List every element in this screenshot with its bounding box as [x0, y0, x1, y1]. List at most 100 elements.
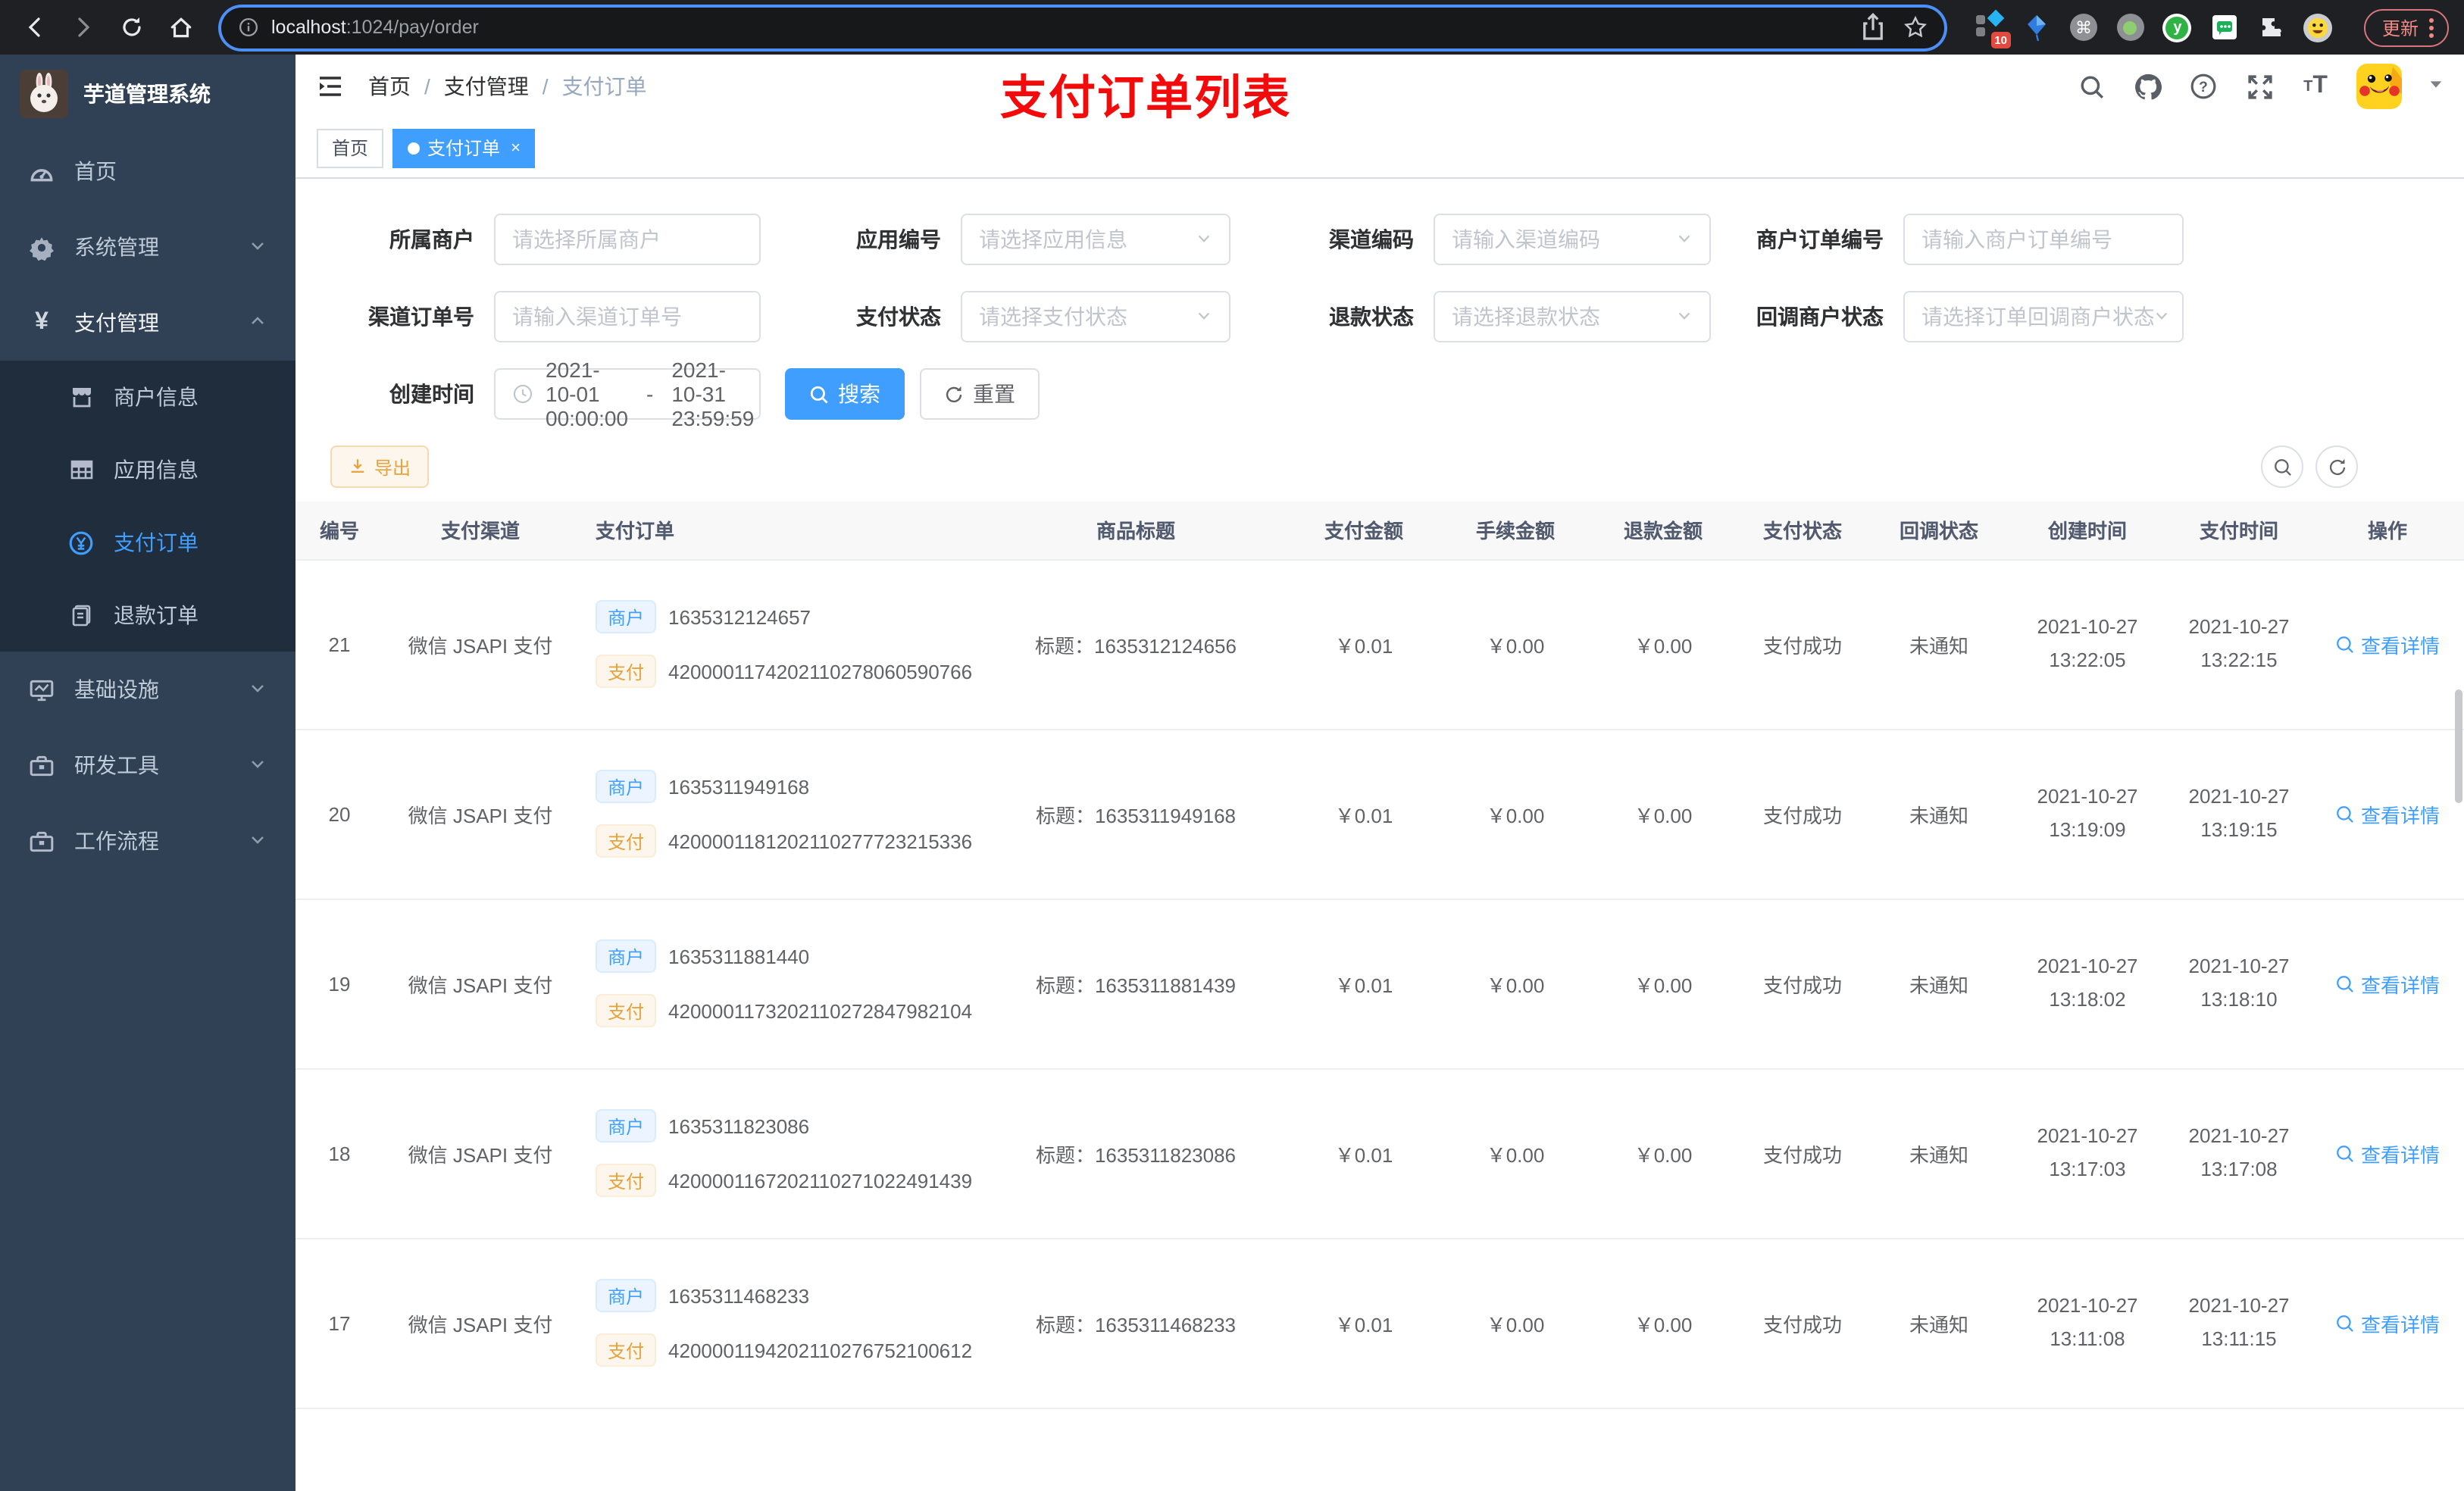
bookmark-star-icon[interactable] [1903, 15, 1928, 39]
search-icon[interactable] [2076, 71, 2106, 102]
sidebar-item-workflow[interactable]: 工作流程 [0, 803, 295, 879]
browser-menu-icon[interactable] [2429, 17, 2434, 37]
sidebar-item-pay-order[interactable]: 支付订单 [0, 506, 295, 579]
browser-update-button[interactable]: 更新 [2363, 8, 2449, 46]
filter-pay-status: 支付状态 请选择支付状态 [761, 291, 1230, 342]
merchant-tag: 商户 [596, 1109, 657, 1142]
filter-merchant-order-no: 商户订单编号 请输入商户订单编号 [1711, 214, 2184, 265]
gear-icon [29, 234, 55, 260]
table-row: 17 微信 JSAPI 支付 商户 1635311468233 支付 4200001… [295, 1238, 2464, 1408]
browser-extensions: 10 ⌘ y [1975, 9, 2334, 48]
view-detail-link[interactable]: 查看详情 [2335, 1308, 2440, 1337]
payment-submenu: 商户信息 应用信息 支付订单 退款订单 [0, 361, 295, 652]
filter-create-time: 创建时间 2021-10-01 00:00:00 - 2021-10-31 23… [312, 358, 761, 430]
extension-y-icon[interactable]: y [2162, 12, 2193, 42]
filter-notify-status: 回调商户状态 请选择订单回调商户状态 [1711, 291, 2184, 342]
extension-dot-icon[interactable] [2115, 12, 2146, 42]
site-info-icon[interactable] [238, 17, 259, 38]
breadcrumb-current: 支付订单 [561, 74, 647, 98]
col-refund: 退款金额 [1591, 502, 1735, 560]
sidebar-item-home[interactable]: 首页 [0, 133, 295, 209]
browser-reload-button[interactable] [112, 8, 152, 47]
browser-back-button[interactable] [15, 8, 55, 47]
chevron-down-icon [249, 235, 267, 259]
refresh-icon [946, 385, 962, 402]
table-row: 18 微信 JSAPI 支付 商户 1635311823086 支付 4200001… [295, 1068, 2464, 1239]
refund-status-select[interactable]: 请选择退款状态 [1434, 291, 1711, 342]
merchant-tag: 商户 [596, 939, 657, 973]
filter-form: 所属商户 请选择所属商户 应用编号 请选择应用信息 渠道编码 请输入渠道编码 商… [295, 179, 2464, 430]
github-icon[interactable] [2132, 71, 2162, 102]
view-detail-link[interactable]: 查看详情 [2335, 799, 2440, 828]
breadcrumb-home[interactable]: 首页 [368, 71, 411, 102]
logo-image [20, 70, 68, 118]
search-icon [2274, 458, 2290, 475]
fullscreen-icon[interactable] [2244, 71, 2275, 102]
scrollbar-thumb[interactable] [2455, 689, 2462, 803]
help-icon[interactable]: ? [2188, 71, 2219, 102]
dashboard-icon [29, 158, 55, 184]
main-area: 首页 / 支付管理 / 支付订单 支付订单列表 ? T T 首页 支付订单 × … [295, 55, 2464, 1491]
app-select[interactable]: 请选择应用信息 [961, 214, 1230, 265]
monitor-icon [29, 677, 55, 702]
url-bar[interactable]: localhost:1024/pay/order [221, 7, 1944, 48]
extension-emoji-icon[interactable] [2303, 12, 2334, 42]
tag-pay-order[interactable]: 支付订单 × [392, 128, 536, 167]
chevron-down-icon [249, 753, 267, 777]
col-fee: 手续金额 [1440, 502, 1591, 560]
merchant-input[interactable]: 请选择所属商户 [494, 214, 761, 265]
share-icon[interactable] [1858, 12, 1888, 42]
merchant-order-no-input[interactable]: 请输入商户订单编号 [1903, 214, 2184, 265]
table-header-row: 编号 支付渠道 支付订单 商品标题 支付金额 手续金额 退款金额 支付状态 回调… [295, 502, 2464, 560]
tag-home[interactable]: 首页 [317, 128, 384, 167]
chevron-down-icon [1676, 305, 1693, 329]
col-id: 编号 [295, 502, 383, 560]
sidebar-item-system[interactable]: 系统管理 [0, 209, 295, 285]
magnifier-icon [2337, 1314, 2353, 1331]
extension-kite-icon[interactable] [2022, 12, 2052, 42]
breadcrumb-section[interactable]: 支付管理 [444, 71, 529, 102]
sidebar-item-merchant-info[interactable]: 商户信息 [0, 361, 295, 433]
table-row: 19 微信 JSAPI 支付 商户 1635311881440 支付 4200001… [295, 899, 2464, 1069]
font-size-icon[interactable]: TT [2300, 71, 2331, 102]
extension-grid-icon[interactable]: 10 [1975, 9, 2011, 48]
avatar[interactable] [2356, 64, 2402, 109]
view-detail-link[interactable]: 查看详情 [2335, 969, 2440, 998]
merchant-tag: 商户 [596, 600, 657, 633]
sidebar-item-app-info[interactable]: 应用信息 [0, 433, 295, 506]
browser-home-button[interactable] [161, 8, 200, 47]
date-range-input[interactable]: 2021-10-01 00:00:00 - 2021-10-31 23:59:5… [494, 358, 761, 430]
refresh-table-button[interactable] [2315, 445, 2358, 488]
view-detail-link[interactable]: 查看详情 [2335, 1139, 2440, 1167]
search-button[interactable]: 搜索 [785, 368, 905, 420]
pay-tag: 支付 [596, 1164, 657, 1197]
toggle-search-button[interactable] [2261, 445, 2303, 488]
view-detail-link[interactable]: 查看详情 [2335, 630, 2440, 658]
channel-order-no-input[interactable]: 请输入渠道订单号 [494, 291, 761, 342]
tags-view: 首页 支付订单 × [295, 118, 2464, 179]
extension-badge: 10 [1990, 32, 2011, 48]
toolbox-icon [29, 828, 55, 854]
extension-command-icon[interactable]: ⌘ [2068, 12, 2099, 42]
sidebar-collapse-icon[interactable] [315, 71, 346, 102]
sidebar-item-refund-order[interactable]: 退款订单 [0, 579, 295, 652]
reset-button[interactable]: 重置 [920, 368, 1040, 420]
col-title: 商品标题 [983, 502, 1288, 560]
extension-puzzle-icon[interactable] [2256, 12, 2287, 42]
sidebar-item-payment[interactable]: ¥ 支付管理 [0, 285, 295, 361]
export-button[interactable]: 导出 [330, 445, 430, 488]
pay-status-select[interactable]: 请选择支付状态 [961, 291, 1230, 342]
avatar-caret-icon[interactable] [2428, 73, 2444, 100]
yen-circle-icon [68, 530, 94, 555]
app-logo: 芋道管理系统 [0, 55, 295, 133]
sidebar-item-infrastructure[interactable]: 基础设施 [0, 652, 295, 727]
extension-chat-icon[interactable] [2209, 12, 2240, 42]
notify-status-select[interactable]: 请选择订单回调商户状态 [1903, 291, 2184, 342]
browser-forward-button[interactable] [64, 8, 103, 47]
toolbox-icon [29, 752, 55, 778]
chevron-down-icon [249, 829, 267, 853]
sidebar-item-dev-tools[interactable]: 研发工具 [0, 727, 295, 803]
channel-code-select[interactable]: 请输入渠道编码 [1434, 214, 1711, 265]
tag-close-icon[interactable]: × [511, 139, 521, 157]
filter-refund-status: 退款状态 请选择退款状态 [1230, 291, 1711, 342]
